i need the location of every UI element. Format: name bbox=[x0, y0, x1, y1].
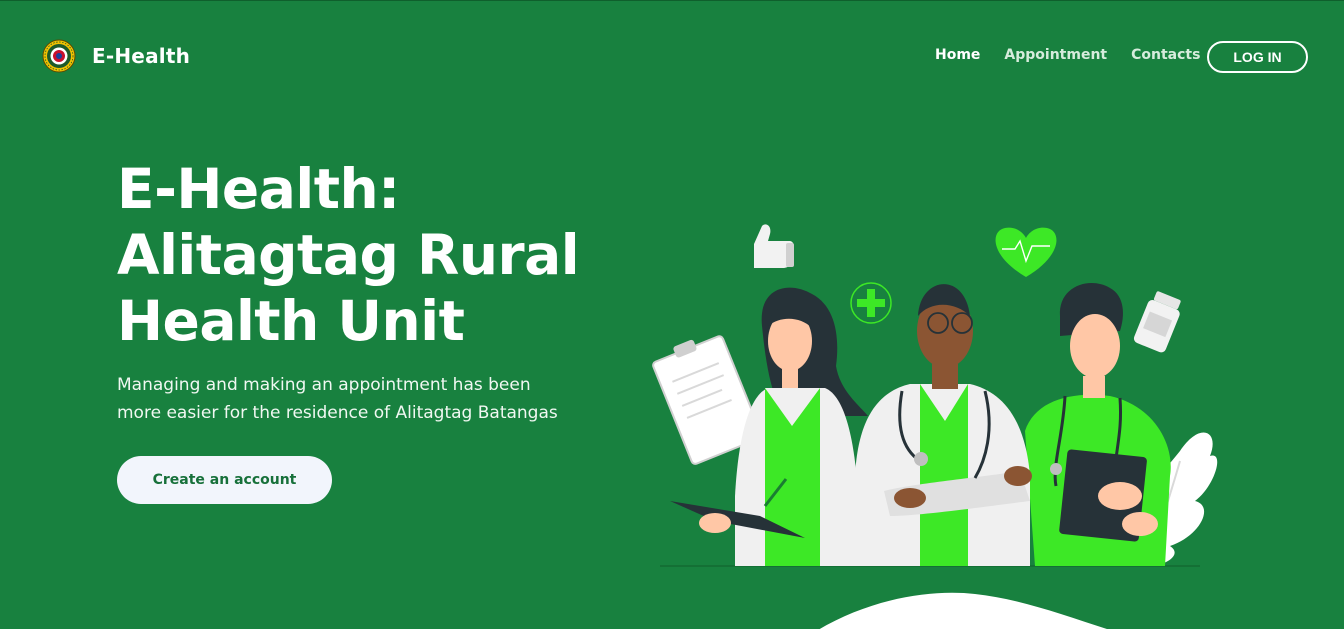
brand-name: E-Health bbox=[92, 44, 191, 68]
hero-title-line: E-Health: bbox=[117, 157, 400, 221]
hero-subtitle-line: Managing and making an appointment has b… bbox=[117, 375, 531, 395]
navbar: E-Health Home Appointment Contacts LOG I… bbox=[0, 1, 1344, 111]
nav-contacts-link[interactable]: Contacts bbox=[1131, 47, 1200, 63]
hero-title-line: Health Unit bbox=[117, 289, 465, 353]
hero-subtitle: Managing and making an appointment has b… bbox=[117, 371, 587, 427]
pill-bottle-icon bbox=[1133, 291, 1181, 353]
brand[interactable]: E-Health bbox=[42, 39, 190, 73]
hero-title: E-Health: Alitagtag Rural Health Unit bbox=[117, 156, 677, 354]
login-button[interactable]: LOG IN bbox=[1207, 41, 1308, 73]
plus-icon bbox=[850, 282, 892, 324]
health-workers-illustration bbox=[652, 224, 1218, 567]
nav-appointment-link[interactable]: Appointment bbox=[1004, 47, 1107, 63]
seal-logo-icon bbox=[42, 39, 76, 73]
nav-home-link[interactable]: Home bbox=[935, 47, 980, 63]
male-doctor bbox=[855, 284, 1032, 566]
thumbs-up-icon bbox=[754, 224, 794, 268]
hero-title-line: Alitagtag Rural bbox=[117, 223, 580, 287]
heart-pulse-icon bbox=[995, 227, 1057, 277]
create-account-button[interactable]: Create an account bbox=[117, 456, 332, 504]
wave-divider bbox=[819, 592, 1107, 629]
hero-subtitle-line: more easier for the residence of Alitagt… bbox=[117, 403, 558, 423]
nav-links: Home Appointment Contacts bbox=[935, 47, 1200, 63]
